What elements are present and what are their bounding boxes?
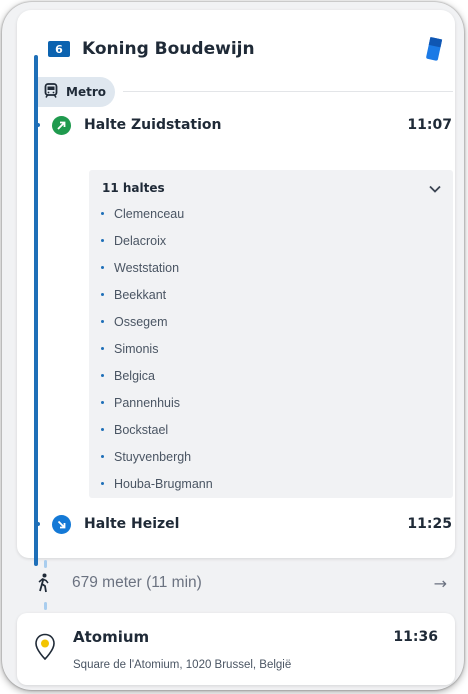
destination-address: Square de l'Atomium, 1020 Brussel, Belgi… xyxy=(73,659,292,671)
line-name: Koning Boudewijn xyxy=(82,39,255,59)
stop-name: Bockstael xyxy=(114,422,169,437)
list-item: Bockstael xyxy=(89,416,453,443)
stop-marker xyxy=(36,123,40,127)
stop-name: Simonis xyxy=(114,341,159,356)
arrival-icon xyxy=(52,514,71,534)
metro-segment-card: 6 Koning Boudewijn Metro Halte Zuidstati… xyxy=(17,10,455,566)
intermediate-stops: 11 haltes Clemenceau Delacroix Weststati… xyxy=(89,170,453,498)
departure-stop: Halte Zuidstation 11:07 xyxy=(34,112,454,138)
list-item: Delacroix xyxy=(89,227,453,254)
divider xyxy=(123,91,453,92)
stop-name: Clemenceau xyxy=(114,206,185,221)
walking-person-icon xyxy=(37,573,51,597)
walk-path-dot xyxy=(44,560,47,568)
list-item: Belgica xyxy=(89,362,453,389)
stop-name: Delacroix xyxy=(114,233,167,248)
destination-time: 11:36 xyxy=(393,629,438,645)
stop-name: Weststation xyxy=(114,260,180,275)
departure-time: 11:07 xyxy=(407,117,452,133)
stop-name: Stuyvenbergh xyxy=(114,449,192,464)
stop-list: Clemenceau Delacroix Weststation Beekkan… xyxy=(89,200,453,497)
intermediate-stops-toggle[interactable]: 11 haltes xyxy=(102,175,442,201)
location-pin-icon xyxy=(34,633,56,665)
list-item: Weststation xyxy=(89,254,453,281)
walk-distance: 679 meter (11 min) xyxy=(72,574,202,591)
line-header: 6 Koning Boudewijn xyxy=(34,34,454,64)
metro-icon xyxy=(44,82,58,102)
walking-segment[interactable]: 679 meter (11 min) → xyxy=(17,568,455,598)
departure-stop-name: Halte Zuidstation xyxy=(84,117,222,133)
list-item: Beekkant xyxy=(89,281,453,308)
arrival-time: 11:25 xyxy=(407,516,452,532)
chevron-down-icon[interactable] xyxy=(428,179,442,198)
list-item: Houba-Brugmann xyxy=(89,470,453,497)
list-item: Simonis xyxy=(89,335,453,362)
stop-name: Pannenhuis xyxy=(114,395,181,410)
list-item: Stuyvenbergh xyxy=(89,443,453,470)
destination-card[interactable]: Atomium 11:36 Square de l'Atomium, 1020 … xyxy=(17,613,455,685)
ticket-icon[interactable] xyxy=(424,36,444,66)
stop-name: Houba-Brugmann xyxy=(114,476,213,491)
stop-name: Beekkant xyxy=(114,287,167,302)
stop-marker xyxy=(36,522,40,526)
stops-count: 11 haltes xyxy=(102,181,165,195)
mode-label: Metro xyxy=(66,85,106,99)
arrow-right-icon[interactable]: → xyxy=(434,574,447,593)
list-item: Ossegem xyxy=(89,308,453,335)
list-item: Pannenhuis xyxy=(89,389,453,416)
departure-icon xyxy=(52,115,71,135)
stop-name: Belgica xyxy=(114,368,155,383)
arrival-stop-name: Halte Heizel xyxy=(84,516,180,532)
arrival-stop: Halte Heizel 11:25 xyxy=(34,511,454,537)
walk-path-dot xyxy=(44,602,47,610)
transport-mode-chip: Metro xyxy=(38,77,115,107)
list-item: Clemenceau xyxy=(89,200,453,227)
line-number-badge: 6 xyxy=(48,41,70,57)
destination-name: Atomium xyxy=(73,628,150,646)
stop-name: Ossegem xyxy=(114,314,168,329)
journey-details-panel: 6 Koning Boudewijn Metro Halte Zuidstati… xyxy=(2,2,464,690)
